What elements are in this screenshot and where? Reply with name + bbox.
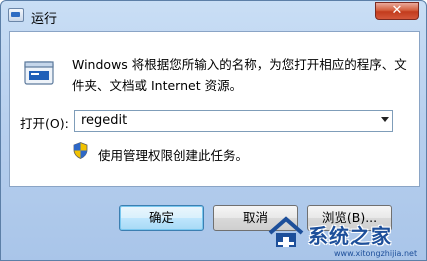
run-app-icon xyxy=(8,8,24,22)
uac-shield-icon xyxy=(73,142,88,159)
description-text: Windows 将根据您所输入的名称，为您打开相应的程序、文件夹、文档或 Int… xyxy=(72,57,407,93)
ok-button[interactable]: 确定 xyxy=(119,205,204,231)
window-title: 运行 xyxy=(31,12,58,27)
chevron-down-icon[interactable] xyxy=(381,117,389,122)
open-input-value[interactable]: regedit xyxy=(81,113,127,128)
watermark-text: 系统之家 xyxy=(308,224,392,248)
dialog-content: Windows 将根据您所输入的名称，为您打开相应的程序、文件夹、文档或 Int… xyxy=(9,31,420,187)
run-dialog: 运行 ✕ Windows 将根据您所输入的名称，为您打开相应的程序、文件夹、文档… xyxy=(0,0,427,261)
watermark: 系统之家 www.xitongzhijia.net xyxy=(260,211,426,260)
open-label: 打开(O): xyxy=(20,116,69,131)
run-program-icon xyxy=(24,61,54,85)
watermark-url: www.xitongzhijia.net xyxy=(334,249,418,258)
title-bar[interactable]: 运行 ✕ xyxy=(1,1,426,31)
close-button[interactable]: ✕ xyxy=(375,2,419,20)
house-logo-icon xyxy=(268,216,304,247)
open-combobox[interactable]: regedit xyxy=(74,110,393,132)
admin-note: 使用管理权限创建此任务。 xyxy=(98,148,249,163)
